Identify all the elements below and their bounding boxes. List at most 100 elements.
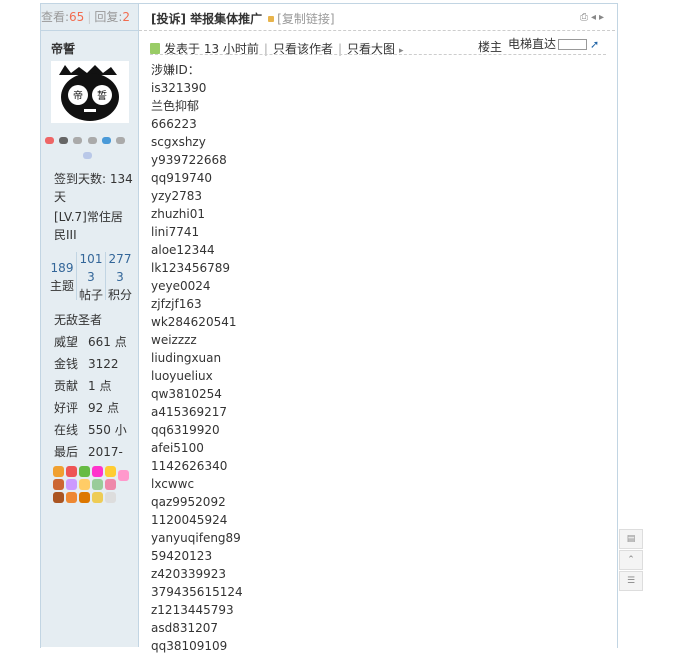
online-status-icon: [150, 43, 160, 54]
medal-icon: [83, 152, 92, 159]
badge-icon: [105, 479, 116, 490]
topics-count[interactable]: 189 主题: [49, 250, 75, 295]
content-line: liudingxuan: [151, 351, 222, 365]
badge-icon: [66, 492, 77, 503]
content-line: 379435615124: [151, 585, 243, 599]
content-line: lxcwwc: [151, 477, 195, 491]
badge-icon: [118, 470, 129, 481]
field-rating: 好评 92 点: [54, 401, 120, 415]
field-prestige: 威望 661 点: [54, 335, 127, 349]
content-line: is321390: [151, 81, 207, 95]
badge-icons: [53, 466, 131, 510]
badge-icon: [79, 466, 90, 477]
floor-label: 楼主: [478, 40, 503, 54]
content-line: lini7741: [151, 225, 200, 239]
field-money: 金钱 3122: [54, 357, 119, 371]
badge-icon: [53, 479, 64, 490]
svg-text:誓: 誓: [97, 89, 107, 102]
content-line: qaz9952092: [151, 495, 226, 509]
author-username[interactable]: 帝誓: [51, 40, 75, 57]
medal-icon: [102, 137, 111, 144]
content-line: z1213445793: [151, 603, 234, 617]
content-line: aloe12344: [151, 243, 215, 257]
svg-text:帝: 帝: [73, 89, 83, 102]
badge-icon: [92, 466, 103, 477]
medal-icon: [116, 137, 125, 144]
content-line: yzy2783: [151, 189, 203, 203]
replies-count: 2: [122, 10, 131, 24]
content-line: y939722668: [151, 153, 227, 167]
go-arrow-icon[interactable]: ➚: [590, 38, 599, 51]
badge-icon: [66, 466, 77, 477]
views-label: 查看:: [41, 10, 70, 24]
elevator-label: 电梯直达: [508, 37, 557, 51]
medal-icon: [45, 137, 54, 144]
replies-label: 回复:: [94, 10, 123, 24]
content-line: scgxshzy: [151, 135, 206, 149]
content-line: zhuzhi01: [151, 207, 206, 221]
field-last: 最后 2017-: [54, 445, 123, 459]
content-line: 1142626340: [151, 459, 228, 473]
badge-icon: [92, 492, 103, 503]
copy-link[interactable]: [复制链接]: [277, 12, 334, 26]
field-online: 在线 550 小: [54, 423, 127, 437]
content-line: qq38109109: [151, 639, 228, 653]
floating-toolbar: ▤ ⌃ ☰: [619, 529, 643, 592]
medal-icon: [88, 137, 97, 144]
thread-title-bar: [投诉] 举报集体推广 [复制链接] ⎙◂▸: [139, 4, 615, 31]
content-line: 666223: [151, 117, 197, 131]
user-counts: 189 主题 1013 帖子 2773 积分: [49, 250, 134, 302]
user-level: [LV.7]常住居民III: [54, 210, 123, 242]
post-content: 涉嫌ID： is321390 兰色抑郁 666223 scgxshzy y93972266…: [151, 61, 591, 655]
thread-stats: 查看:65 | 回复:2: [41, 4, 138, 31]
avatar[interactable]: 帝 誓: [51, 61, 129, 123]
views-count: 65: [69, 10, 85, 24]
floor-jump-input[interactable]: [558, 39, 588, 50]
credits-count[interactable]: 2773 积分: [107, 250, 133, 304]
content-line: a415369217: [151, 405, 228, 419]
content-line: luoyueliux: [151, 369, 213, 383]
badge-icon: [105, 466, 116, 477]
content-line: qq6319920: [151, 423, 220, 437]
content-line: 59420123: [151, 549, 213, 563]
content-line: afei5100: [151, 441, 204, 455]
content-line: 1120045924: [151, 513, 228, 527]
medal-icon: [59, 137, 68, 144]
posts-count[interactable]: 1013 帖子: [78, 250, 104, 304]
list-icon[interactable]: ☰: [619, 571, 643, 591]
content-line: qq919740: [151, 171, 213, 185]
meta-divider: [150, 54, 606, 55]
thread-title: [投诉] 举报集体推广 [复制链接]: [151, 12, 335, 26]
field-contribution: 贡献 1 点: [54, 379, 112, 393]
prev-thread-icon[interactable]: ◂: [591, 12, 599, 23]
badge-icon: [79, 479, 90, 490]
content-line: asd831207: [151, 621, 219, 635]
medal-icons: [45, 133, 135, 169]
content-line: qw3810254: [151, 387, 222, 401]
content-line: yeye0024: [151, 279, 211, 293]
badge-icon: [53, 492, 64, 503]
content-line: yanyuqifeng89: [151, 531, 241, 545]
content-line: zjfzjf163: [151, 297, 202, 311]
badge-icon: [53, 466, 64, 477]
content-line: 兰色抑郁: [151, 99, 200, 113]
author-sidebar: 查看:65 | 回复:2 帝誓 帝 誓 签到天数: 134 天 [LV.7]常住居民…: [41, 4, 139, 647]
reply-icon[interactable]: ▤: [619, 529, 643, 549]
content-line: wk284620541: [151, 315, 237, 329]
content-line: lk123456789: [151, 261, 230, 275]
badge-icon: [66, 479, 77, 490]
print-icon[interactable]: ⎙: [580, 12, 591, 23]
back-to-top-icon[interactable]: ⌃: [619, 550, 643, 570]
user-rank: 无敌圣者: [54, 313, 103, 327]
badge-icon: [92, 479, 103, 490]
elevator-jump: 电梯直达 ➚: [508, 35, 599, 52]
content-line: z420339923: [151, 567, 227, 581]
next-thread-icon[interactable]: ▸: [599, 12, 607, 23]
content-line: weizzzz: [151, 333, 197, 347]
sign-days: 签到天数: 134 天: [54, 172, 133, 204]
content-line: 涉嫌ID：: [151, 63, 200, 77]
title-tools: ⎙◂▸: [580, 12, 607, 23]
medal-icon: [73, 137, 82, 144]
badge-icon: [105, 492, 116, 503]
lock-icon: [268, 16, 275, 22]
